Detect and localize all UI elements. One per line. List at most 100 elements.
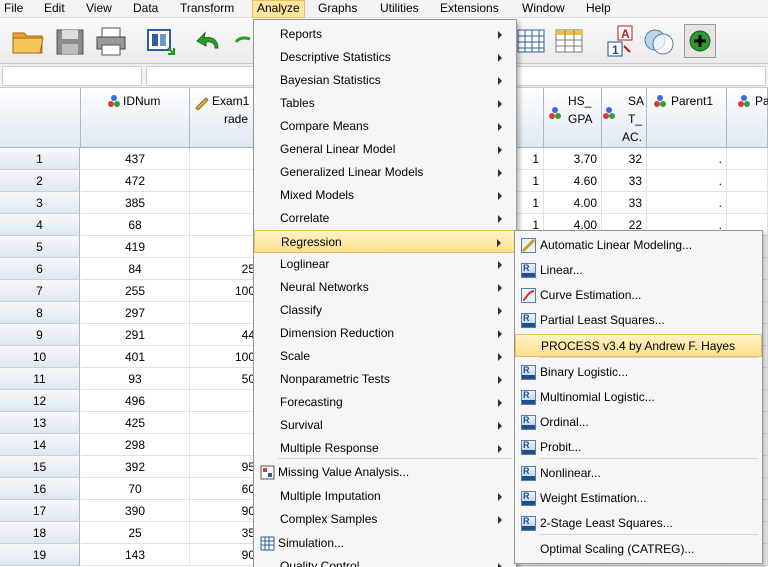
row-header[interactable]: 19 [0,544,80,566]
row-header[interactable]: 10 [0,346,80,368]
grid-cell-exam[interactable]: 25 [190,258,260,280]
analyze-menu-item[interactable]: Simulation... [254,532,516,555]
column-header-idnum[interactable]: IDNum [81,88,190,148]
grid-cell-exam[interactable] [190,390,260,412]
regression-menu-item[interactable]: Optimal Scaling (CATREG)... [515,538,762,561]
menu-file[interactable]: File [0,0,27,18]
grid-cell-gpa[interactable]: 4.60 [544,170,602,192]
grid-cell-p2[interactable] [727,192,768,214]
cell-reference-field[interactable] [2,66,142,86]
column-header-parent2[interactable]: Pa [727,88,768,148]
regression-menu-item[interactable]: R Ordinal... [515,411,762,434]
grid-cell-id[interactable]: 392 [81,456,190,478]
menu-view[interactable]: View [82,0,116,18]
row-header[interactable]: 15 [0,456,80,478]
row-header[interactable]: 9 [0,324,80,346]
analyze-menu-item[interactable]: Reports [254,23,516,46]
analyze-menu-item[interactable]: Compare Means [254,115,516,138]
analyze-menu-item[interactable]: Classify [254,299,516,322]
column-header-parent1[interactable]: Parent1 [647,88,727,148]
grid-cell-exam[interactable]: 35 [190,522,260,544]
go-to-variable-icon[interactable] [516,24,546,58]
value-labels-icon[interactable]: A1 [604,24,636,58]
grid-cell-id[interactable]: 68 [81,214,190,236]
grid-cell-id[interactable]: 385 [81,192,190,214]
row-header[interactable]: 17 [0,500,80,522]
grid-cell-id[interactable]: 437 [81,148,190,170]
menu-edit[interactable]: Edit [40,0,69,18]
variables-icon[interactable] [554,24,584,58]
grid-cell-id[interactable]: 472 [81,170,190,192]
regression-menu-item[interactable]: R Partial Least Squares... [515,309,762,332]
grid-cell-c[interactable]: 1 [516,170,544,192]
grid-cell-id[interactable]: 143 [81,544,190,566]
regression-menu-item[interactable]: R Multinomial Logistic... [515,386,762,409]
analyze-menu-item[interactable]: Survival [254,414,516,437]
analyze-menu-item[interactable]: Correlate [254,207,516,230]
menu-help[interactable]: Help [582,0,615,18]
grid-cell-exam[interactable] [190,148,260,170]
analyze-menu-item[interactable]: Missing Value Analysis... [254,461,516,484]
grid-cell-id[interactable]: 401 [81,346,190,368]
dialog-recall-icon[interactable] [144,24,178,58]
grid-cell-id[interactable]: 291 [81,324,190,346]
row-header[interactable]: 3 [0,192,80,214]
grid-cell-id[interactable]: 496 [81,390,190,412]
column-header-hidden[interactable] [516,88,544,148]
regression-menu-item[interactable]: R Weight Estimation... [515,487,762,510]
analyze-menu-item[interactable]: Mixed Models [254,184,516,207]
regression-menu-item[interactable]: PROCESS v3.4 by Andrew F. Hayes [515,334,762,357]
grid-cell-id[interactable]: 93 [81,368,190,390]
analyze-menu-item[interactable]: Quality Control [254,555,516,567]
grid-cell-exam[interactable] [190,302,260,324]
grid-cell-exam[interactable] [190,192,260,214]
grid-cell-exam[interactable]: 95 [190,456,260,478]
analyze-menu-item[interactable]: Descriptive Statistics [254,46,516,69]
grid-cell-exam[interactable] [190,434,260,456]
menu-graphs[interactable]: Graphs [314,0,361,18]
menu-analyze[interactable]: Analyze [252,0,305,18]
undo-icon[interactable] [194,24,224,58]
menu-transform[interactable]: Transform [176,0,238,18]
grid-cell-p1[interactable]: . [647,148,727,170]
analyze-menu-item[interactable]: Complex Samples [254,508,516,531]
menu-extensions[interactable]: Extensions [436,0,503,18]
grid-cell-c[interactable]: 1 [516,148,544,170]
regression-menu-item[interactable]: Curve Estimation... [515,284,762,307]
row-header[interactable]: 14 [0,434,80,456]
analyze-menu-item[interactable]: Loglinear [254,253,516,276]
regression-menu-item[interactable]: Automatic Linear Modeling... [515,234,762,257]
analyze-menu-item[interactable]: Nonparametric Tests [254,368,516,391]
analyze-menu-item[interactable]: Multiple Imputation [254,485,516,508]
analyze-menu-item[interactable]: Forecasting [254,391,516,414]
grid-cell-id[interactable]: 84 [81,258,190,280]
grid-cell-id[interactable]: 297 [81,302,190,324]
row-header[interactable]: 6 [0,258,80,280]
grid-cell-p1[interactable]: . [647,170,727,192]
grid-cell-p2[interactable] [727,148,768,170]
analyze-menu-item[interactable]: Tables [254,92,516,115]
grid-cell-id[interactable]: 390 [81,500,190,522]
column-header-hs-gpa[interactable]: HS_ GPA [544,88,602,148]
grid-cell-exam[interactable]: 44 [190,324,260,346]
grid-cell-id[interactable]: 25 [81,522,190,544]
grid-cell-id[interactable]: 255 [81,280,190,302]
grid-cell-exam[interactable]: 50 [190,368,260,390]
grid-cell-id[interactable]: 419 [81,236,190,258]
grid-cell-exam[interactable]: 90 [190,500,260,522]
grid-cell-exam[interactable]: 100 [190,280,260,302]
menu-data[interactable]: Data [129,0,162,18]
row-header[interactable]: 12 [0,390,80,412]
grid-cell-sat[interactable]: 33 [602,192,647,214]
regression-menu-item[interactable]: R 2-Stage Least Squares... [515,512,762,535]
row-header[interactable]: 18 [0,522,80,544]
grid-cell-exam[interactable]: 90 [190,544,260,566]
analyze-menu-item[interactable]: General Linear Model [254,138,516,161]
print-icon[interactable] [94,24,128,58]
menu-window[interactable]: Window [518,0,569,18]
row-header[interactable]: 7 [0,280,80,302]
grid-cell-exam[interactable]: 100 [190,346,260,368]
column-header-exam1[interactable]: Exam1 rade [190,88,260,148]
grid-cell-c[interactable]: 1 [516,192,544,214]
show-all-variables-icon[interactable] [684,24,716,58]
